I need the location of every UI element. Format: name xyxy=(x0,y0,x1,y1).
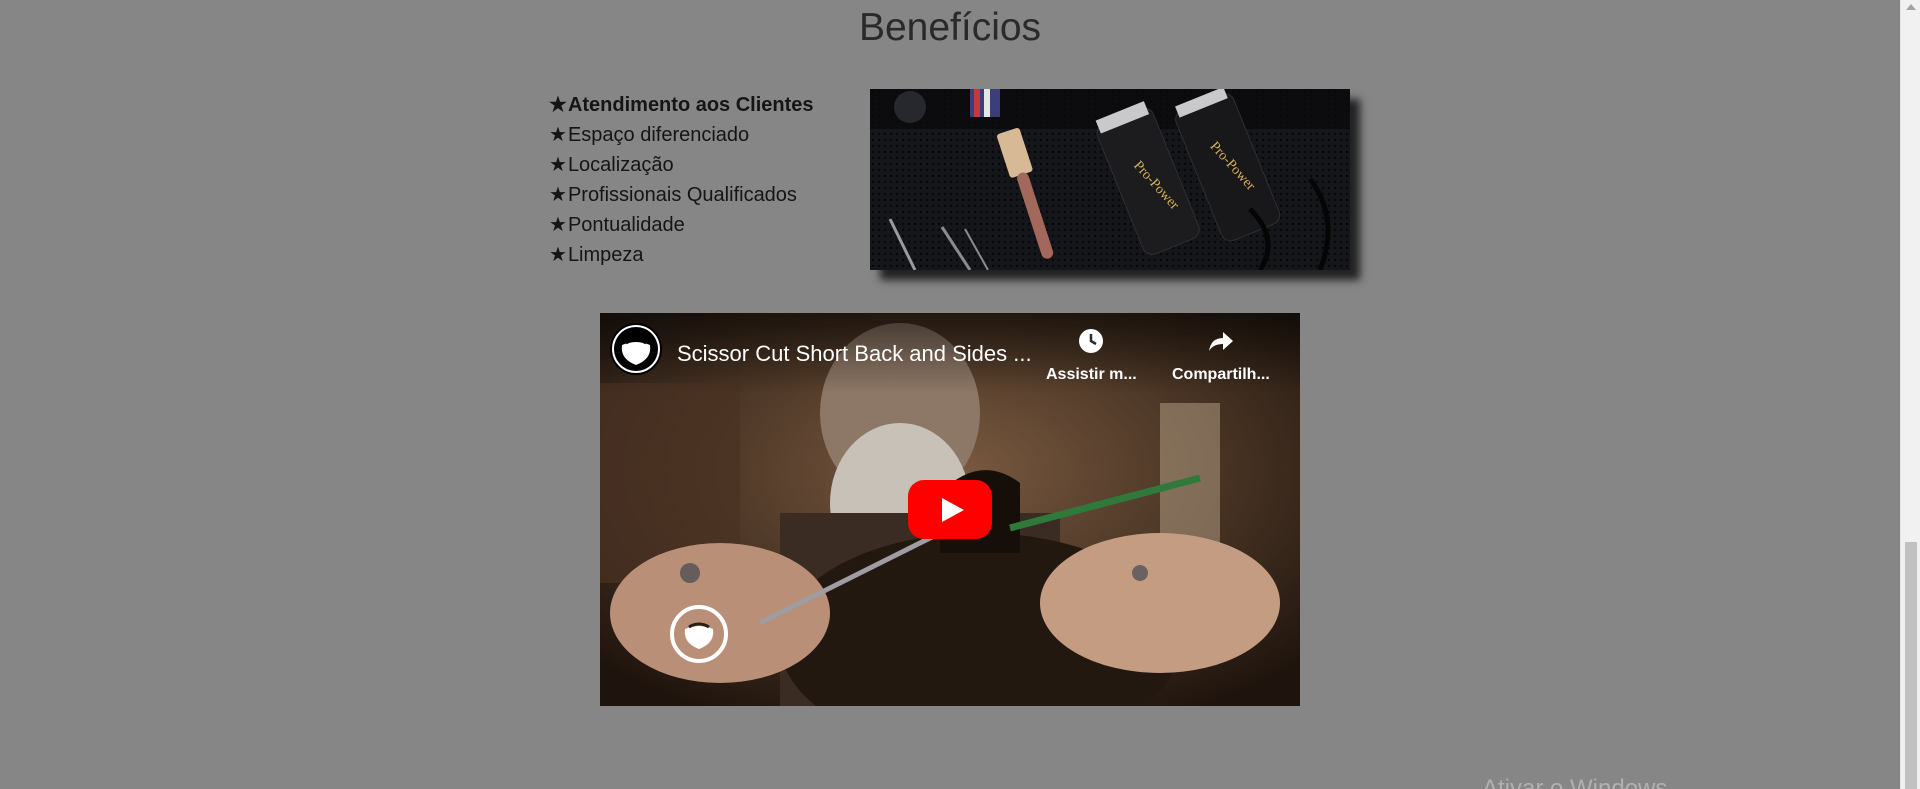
star-icon: ★ xyxy=(549,214,567,236)
watch-later-label: Assistir m... xyxy=(1046,366,1137,383)
beard-logo-icon xyxy=(684,622,714,649)
barber-tools-photo: Pro-Power Pro-Power xyxy=(870,89,1350,270)
benefit-item-atendimento: ★Atendimento aos Clientes xyxy=(549,90,814,120)
channel-avatar[interactable] xyxy=(610,323,662,375)
video-title[interactable]: Scissor Cut Short Back and Sides ... xyxy=(677,341,1032,367)
star-icon: ★ xyxy=(549,184,567,206)
section-title: Benefícios xyxy=(858,6,1042,49)
star-icon: ★ xyxy=(549,124,567,146)
beard-logo-icon xyxy=(614,327,658,371)
page: Benefícios ★Atendimento aos Clientes ★Es… xyxy=(0,0,1920,789)
share-button[interactable]: Compartilh... xyxy=(1172,327,1270,384)
benefit-item-profissionais: ★Profissionais Qualificados xyxy=(549,180,814,210)
clock-icon xyxy=(1079,329,1104,353)
watch-later-button[interactable]: Assistir m... xyxy=(1046,327,1137,384)
benefit-item-pontualidade: ★Pontualidade xyxy=(549,210,814,240)
channel-watermark-icon[interactable] xyxy=(670,605,728,663)
benefit-label: Profissionais Qualificados xyxy=(567,184,797,206)
benefits-list: ★Atendimento aos Clientes ★Espaço difere… xyxy=(549,90,814,270)
scrollbar-thumb[interactable] xyxy=(1905,542,1917,789)
benefit-item-limpeza: ★Limpeza xyxy=(549,240,814,270)
activate-windows-watermark: Ativar o Windows xyxy=(1482,775,1668,789)
youtube-video-embed[interactable]: Scissor Cut Short Back and Sides ... Ass… xyxy=(600,313,1300,706)
star-icon: ★ xyxy=(549,154,567,176)
benefit-label: Pontualidade xyxy=(567,214,685,236)
star-icon: ★ xyxy=(549,244,567,266)
vertical-scrollbar[interactable] xyxy=(1900,0,1920,789)
benefit-item-localizacao: ★Localização xyxy=(549,150,814,180)
benefit-label: Espaço diferenciado xyxy=(567,124,750,146)
share-label: Compartilh... xyxy=(1172,366,1270,383)
star-icon: ★ xyxy=(549,94,567,116)
barber-tools-illustration: Pro-Power Pro-Power xyxy=(870,89,1350,270)
benefit-label: Limpeza xyxy=(567,244,644,266)
benefit-label: Localização xyxy=(567,154,674,176)
benefit-label: Atendimento aos Clientes xyxy=(567,94,814,116)
scroll-up-arrow-icon[interactable] xyxy=(1906,4,1916,10)
share-arrow-icon xyxy=(1208,332,1233,351)
youtube-play-button[interactable] xyxy=(908,480,992,539)
benefit-item-espaco: ★Espaço diferenciado xyxy=(549,120,814,150)
